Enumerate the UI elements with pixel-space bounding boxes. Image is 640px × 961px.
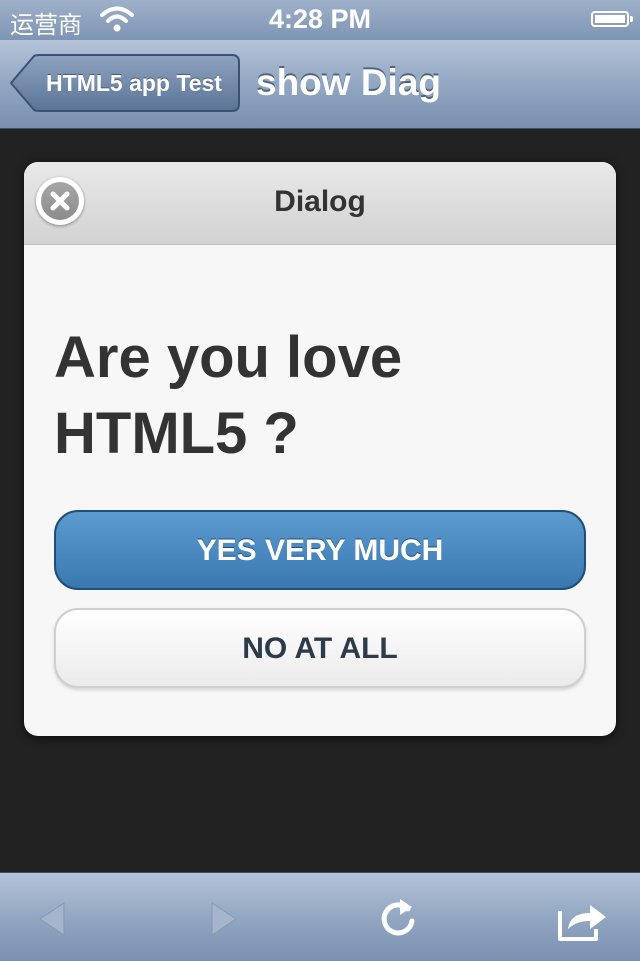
back-arrow-icon[interactable] <box>30 895 78 943</box>
dialog-header: Dialog <box>24 162 616 245</box>
reload-icon[interactable] <box>374 895 422 943</box>
status-time: 4:28 PM <box>268 4 372 34</box>
forward-arrow-icon[interactable] <box>198 895 246 943</box>
bottom-toolbar <box>0 872 640 961</box>
dialog: Dialog Are you love HTML5 ? YES VERY MUC… <box>24 162 616 736</box>
page-title: show Diag <box>256 62 442 103</box>
status-bar: 运营商 4:28 PM <box>0 0 640 40</box>
dialog-title: Dialog <box>274 185 366 218</box>
no-button[interactable]: NO AT ALL <box>54 608 586 688</box>
share-icon[interactable] <box>556 895 606 943</box>
yes-button[interactable]: YES VERY MUCH <box>54 510 586 590</box>
battery-icon <box>591 11 633 27</box>
dialog-question: Are you love HTML5 ? <box>54 325 403 466</box>
back-button[interactable]: HTML5 app Test <box>10 54 240 112</box>
navigation-bar: HTML5 app Test show Diag <box>0 40 640 129</box>
close-button[interactable] <box>36 177 84 225</box>
back-button-label: HTML5 app Test <box>46 70 222 96</box>
close-icon <box>41 182 79 220</box>
